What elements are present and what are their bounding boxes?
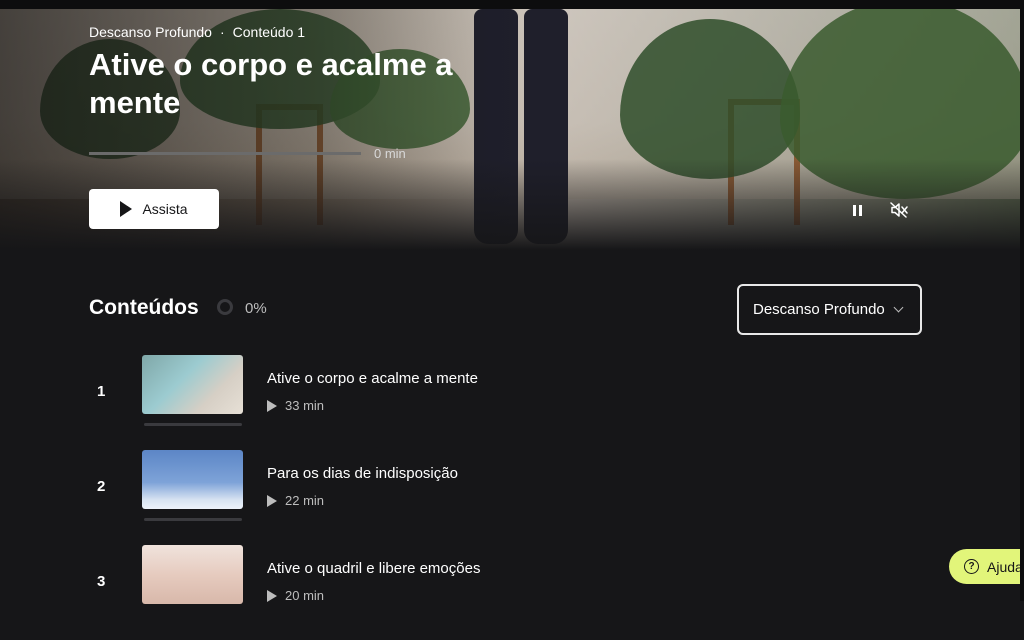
item-duration-text: 22 min: [285, 493, 325, 508]
contents-percent: 0%: [245, 300, 267, 317]
play-icon: [267, 494, 277, 507]
item-title[interactable]: Ative o corpo e acalme a mente: [267, 370, 478, 387]
content-list-item[interactable]: 1 Ative o corpo e acalme a mente 33 min: [0, 355, 1024, 450]
content-list-item[interactable]: 3 Ative o quadril e libere emoções 20 mi…: [0, 545, 1024, 640]
chevron-down-icon: [893, 302, 904, 313]
item-thumbnail[interactable]: [142, 450, 243, 509]
program-select[interactable]: Descanso Profundo: [737, 284, 922, 335]
window-edge: [1020, 9, 1024, 601]
help-icon: ?: [964, 559, 979, 574]
video-progress-bar[interactable]: [89, 152, 361, 155]
program-select-value: Descanso Profundo: [753, 301, 885, 318]
video-progress-label: 0 min: [374, 146, 406, 161]
play-icon: [267, 399, 277, 412]
item-duration: 33 min: [267, 398, 324, 413]
breadcrumb-separator: ·: [219, 24, 225, 40]
play-icon: [267, 589, 277, 602]
progress-ring-icon: [217, 299, 233, 315]
breadcrumb-item: Conteúdo 1: [232, 24, 306, 40]
item-number: 3: [97, 573, 106, 590]
item-number: 1: [97, 383, 106, 400]
watch-button-label: Assista: [142, 201, 188, 217]
help-label: Ajuda: [987, 558, 1023, 575]
contents-heading: Conteúdos: [89, 296, 199, 319]
play-icon: [120, 201, 133, 217]
mute-icon[interactable]: [890, 202, 910, 218]
item-duration-text: 33 min: [285, 398, 325, 413]
top-bar: [0, 0, 1024, 9]
content-list-item[interactable]: 2 Para os dias de indisposição 22 min: [0, 450, 1024, 545]
item-progress-bar: [144, 423, 242, 426]
help-button[interactable]: ? Ajuda: [949, 549, 1024, 584]
breadcrumb-program[interactable]: Descanso Profundo: [89, 24, 212, 40]
item-duration: 22 min: [267, 493, 324, 508]
item-thumbnail[interactable]: [142, 355, 243, 414]
pause-icon[interactable]: [850, 202, 864, 218]
hero-banner: Descanso Profundo · Conteúdo 1 Ative o c…: [0, 9, 1024, 250]
item-title[interactable]: Ative o quadril e libere emoções: [267, 560, 480, 577]
hero-title: Ative o corpo e acalme a mente: [89, 47, 453, 120]
watch-button[interactable]: Assista: [89, 189, 219, 229]
breadcrumb: Descanso Profundo · Conteúdo 1: [89, 24, 305, 40]
item-number: 2: [97, 478, 106, 495]
item-title[interactable]: Para os dias de indisposição: [267, 465, 458, 482]
item-thumbnail[interactable]: [142, 545, 243, 604]
item-progress-bar: [144, 518, 242, 521]
